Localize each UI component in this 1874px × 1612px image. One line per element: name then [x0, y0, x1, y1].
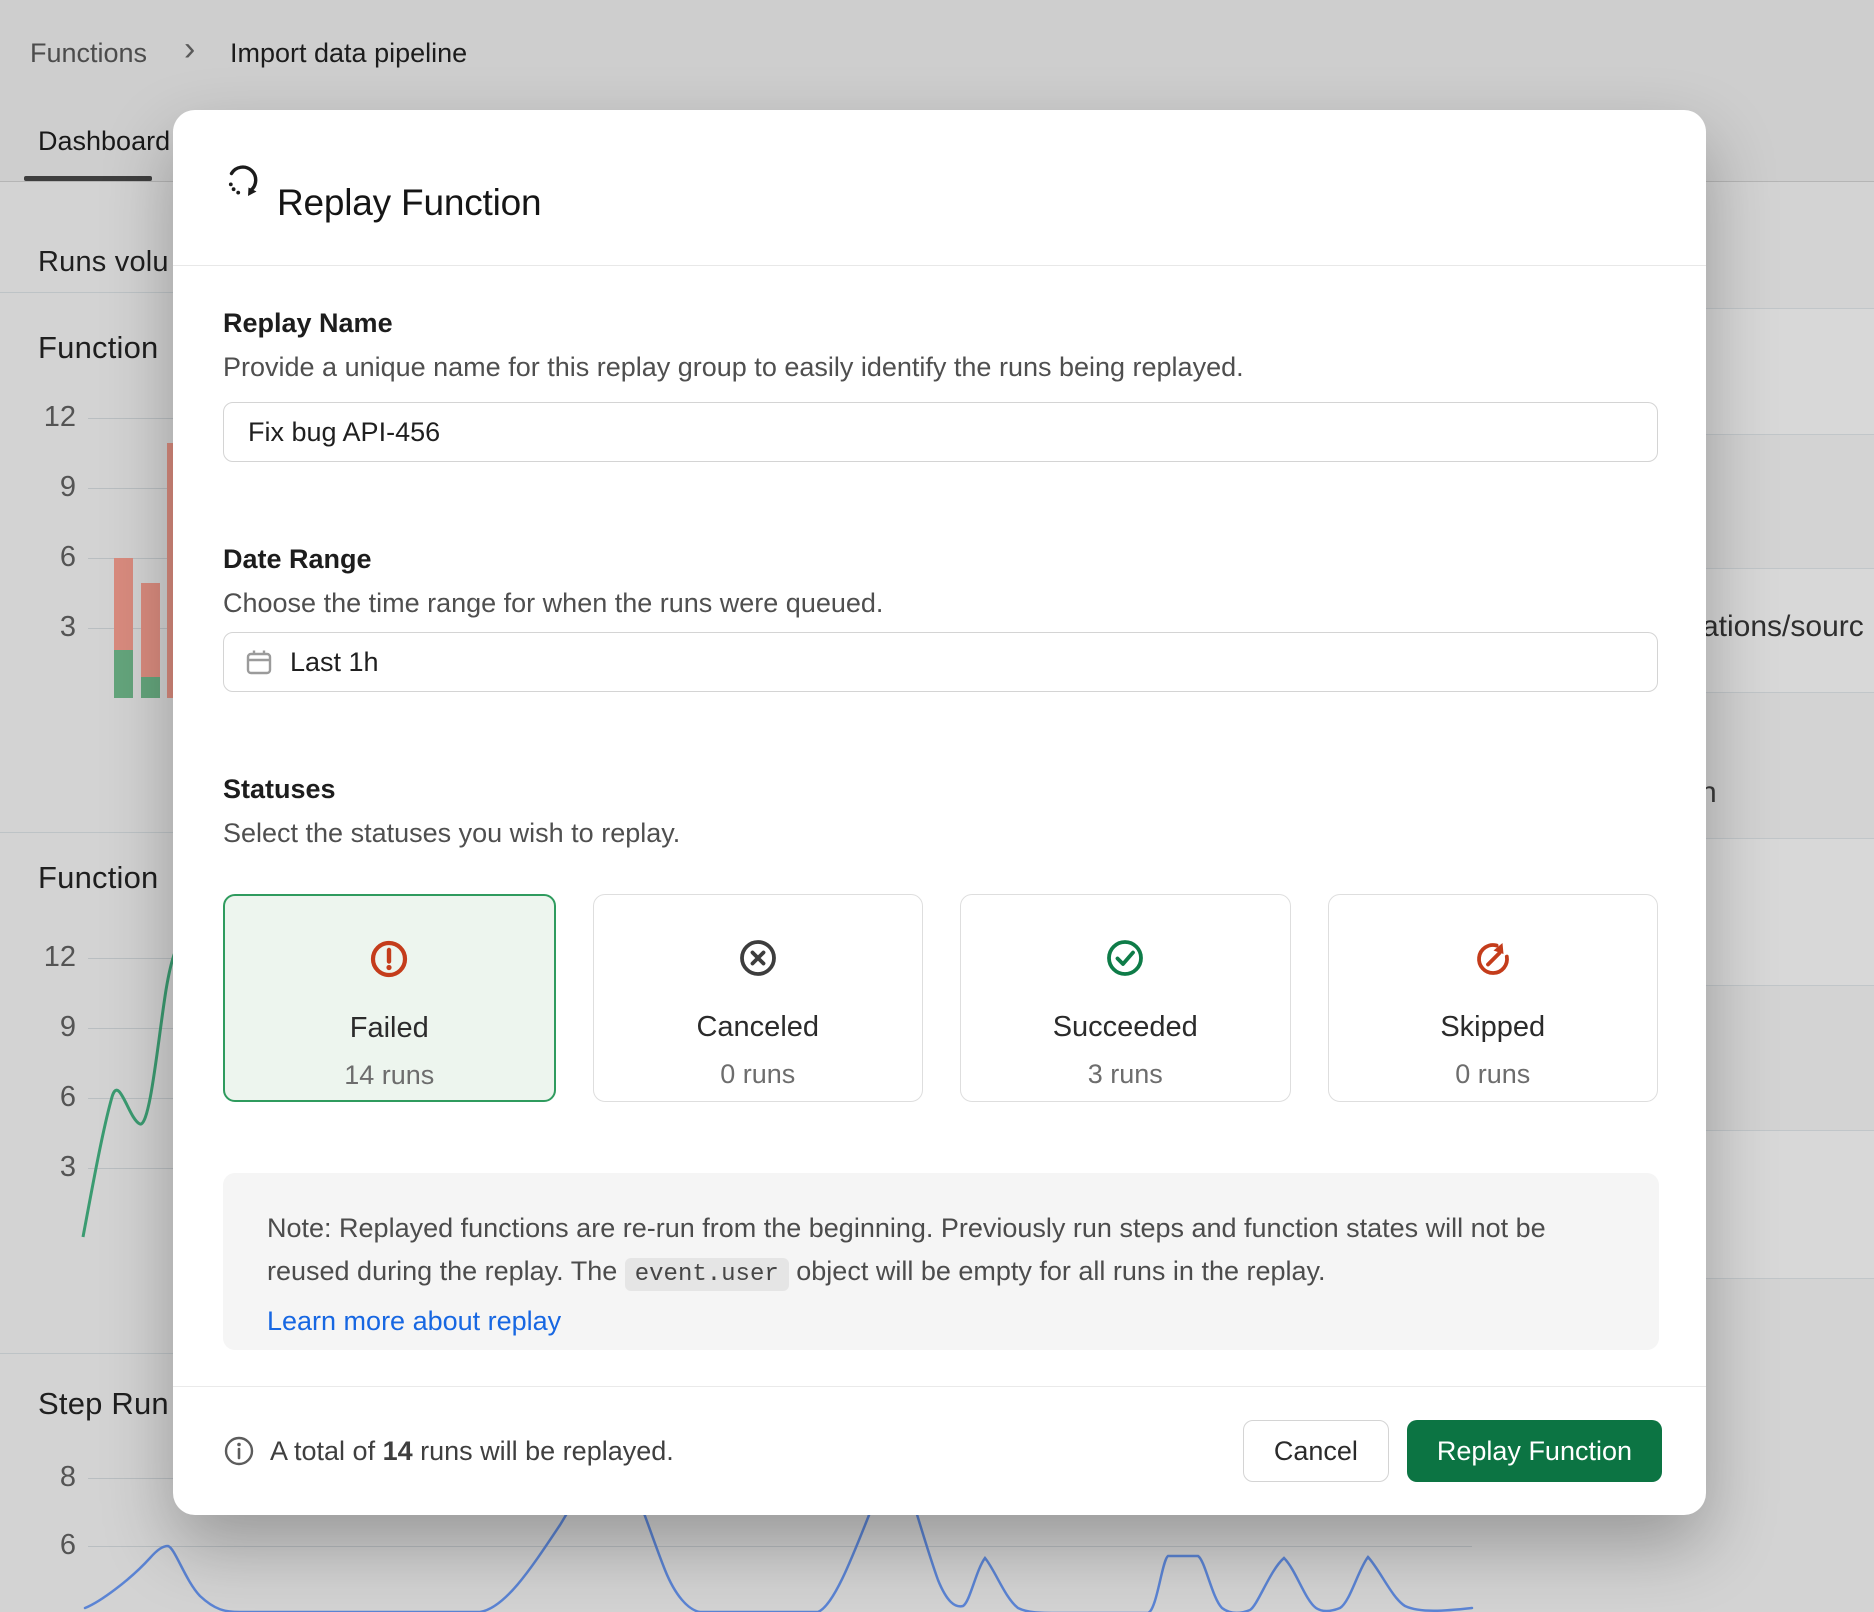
status-card-failed[interactable]: Failed 14 runs [223, 894, 556, 1102]
date-range-description: Choose the time range for when the runs … [223, 588, 883, 619]
status-name: Succeeded [961, 1011, 1290, 1044]
learn-more-link[interactable]: Learn more about replay [267, 1300, 561, 1343]
chart3-title: Step Run [38, 1386, 169, 1422]
info-icon [223, 1435, 255, 1467]
event-user-code-chip: event.user [625, 1258, 789, 1291]
breadcrumb-current: Import data pipeline [230, 38, 467, 69]
status-card-canceled[interactable]: Canceled 0 runs [593, 894, 924, 1102]
status-cards-row: Failed 14 runs Canceled 0 runs Succeeded… [223, 894, 1658, 1102]
x-circle-icon [735, 935, 781, 981]
skip-forward-circle-icon [1470, 935, 1516, 981]
alert-circle-icon [366, 936, 412, 982]
replay-name-label: Replay Name [223, 308, 393, 339]
check-circle-icon [1102, 935, 1148, 981]
runs-volume-title: Runs volu [38, 246, 169, 279]
calendar-icon [244, 647, 274, 677]
bar-red [114, 558, 133, 650]
status-card-skipped[interactable]: Skipped 0 runs [1328, 894, 1659, 1102]
chart1-title: Function [38, 330, 159, 366]
replay-summary: A total of 14 runs will be replayed. [223, 1435, 674, 1467]
modal-footer: A total of 14 runs will be replayed. Can… [173, 1386, 1706, 1515]
replay-icon [223, 160, 263, 200]
cancel-button[interactable]: Cancel [1243, 1420, 1389, 1482]
bar-green [141, 677, 160, 698]
breadcrumb-functions[interactable]: Functions [30, 38, 147, 69]
replay-function-modal: Replay Function Replay Name Provide a un… [173, 110, 1706, 1515]
modal-title: Replay Function [277, 182, 541, 224]
status-name: Skipped [1329, 1011, 1658, 1044]
status-run-count: 3 runs [961, 1059, 1290, 1090]
status-run-count: 0 runs [1329, 1059, 1658, 1090]
chart1-tick-9: 9 [32, 471, 76, 504]
status-run-count: 0 runs [594, 1059, 923, 1090]
chart2-title: Function [38, 860, 159, 896]
replay-name-description: Provide a unique name for this replay gr… [223, 352, 1244, 383]
summary-prefix: A total of [270, 1436, 383, 1466]
truncated-path-text: ations/sourc [1702, 610, 1864, 644]
chart1-tick-3: 3 [32, 611, 76, 644]
statuses-label: Statuses [223, 774, 336, 805]
chart1-tick-12: 12 [32, 401, 76, 434]
date-range-value: Last 1h [290, 647, 379, 678]
replay-name-input[interactable] [223, 402, 1658, 462]
note-text-suffix: object will be empty for all runs in the… [789, 1256, 1326, 1286]
date-range-select[interactable]: Last 1h [223, 632, 1658, 692]
bar-green [114, 650, 133, 698]
date-range-label: Date Range [223, 544, 372, 575]
status-run-count: 14 runs [225, 1060, 554, 1091]
chart1-tick-6: 6 [32, 541, 76, 574]
tab-dashboard[interactable]: Dashboard [38, 126, 170, 157]
replay-function-button[interactable]: Replay Function [1407, 1420, 1662, 1482]
green-line-chart [0, 900, 176, 1245]
footer-buttons: Cancel Replay Function [1243, 1420, 1662, 1482]
modal-header-divider [173, 265, 1706, 266]
replay-note: Note: Replayed functions are re-run from… [223, 1173, 1659, 1350]
status-card-succeeded[interactable]: Succeeded 3 runs [960, 894, 1291, 1102]
breadcrumb-chevron-icon: › [184, 30, 195, 69]
status-name: Failed [225, 1012, 554, 1045]
summary-count: 14 [383, 1436, 413, 1466]
bar-red [141, 583, 160, 677]
summary-suffix: runs will be replayed. [413, 1436, 674, 1466]
status-name: Canceled [594, 1011, 923, 1044]
statuses-description: Select the statuses you wish to replay. [223, 818, 680, 849]
